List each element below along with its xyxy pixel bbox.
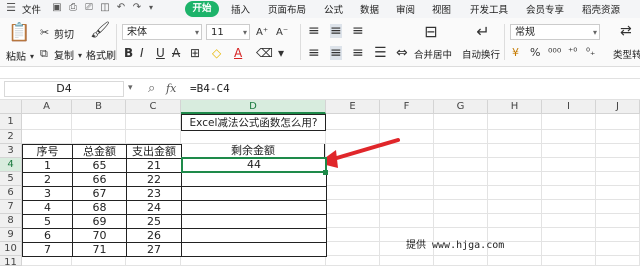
header-cell-expense[interactable]: 支出金额 [126,144,182,159]
index-cell[interactable]: 6 [22,228,73,243]
total-cell[interactable]: 69 [72,214,127,229]
fill-handle[interactable] [323,170,328,175]
expense-cell[interactable]: 22 [126,172,182,187]
total-cell[interactable]: 65 [72,158,127,173]
index-cell[interactable]: 1 [22,158,73,173]
remaining-cell[interactable] [181,172,327,187]
index-cell[interactable]: 4 [22,200,73,215]
expense-cell[interactable]: 21 [126,158,182,173]
selected-cell-D4[interactable]: 44 [181,157,327,173]
index-cell[interactable]: 2 [22,172,73,187]
remaining-cell[interactable] [181,214,327,229]
watermark-text: 提供 www.hjga.com [406,240,505,251]
total-cell[interactable]: 70 [72,228,127,243]
expense-cell[interactable]: 24 [126,200,182,215]
index-cell[interactable]: 5 [22,214,73,229]
remaining-cell[interactable] [181,242,327,257]
total-cell[interactable]: 68 [72,200,127,215]
remaining-cell[interactable] [181,200,327,215]
index-cell[interactable]: 7 [22,242,73,257]
header-cell-total[interactable]: 总金额 [72,144,127,159]
remaining-cell[interactable] [181,228,327,243]
index-cell[interactable]: 3 [22,186,73,201]
total-cell[interactable]: 66 [72,172,127,187]
expense-cell[interactable]: 25 [126,214,182,229]
remaining-cell[interactable] [181,186,327,201]
title-cell[interactable]: Excel减法公式函数怎么用? [181,114,326,131]
header-cell-remaining[interactable]: 剩余金额 [182,144,325,158]
total-cell[interactable]: 67 [72,186,127,201]
expense-cell[interactable]: 27 [126,242,182,257]
header-cell-index[interactable]: 序号 [22,144,73,159]
total-cell[interactable]: 71 [72,242,127,257]
expense-cell[interactable]: 23 [126,186,182,201]
arrow-shaft [328,138,400,162]
expense-cell[interactable]: 26 [126,228,182,243]
